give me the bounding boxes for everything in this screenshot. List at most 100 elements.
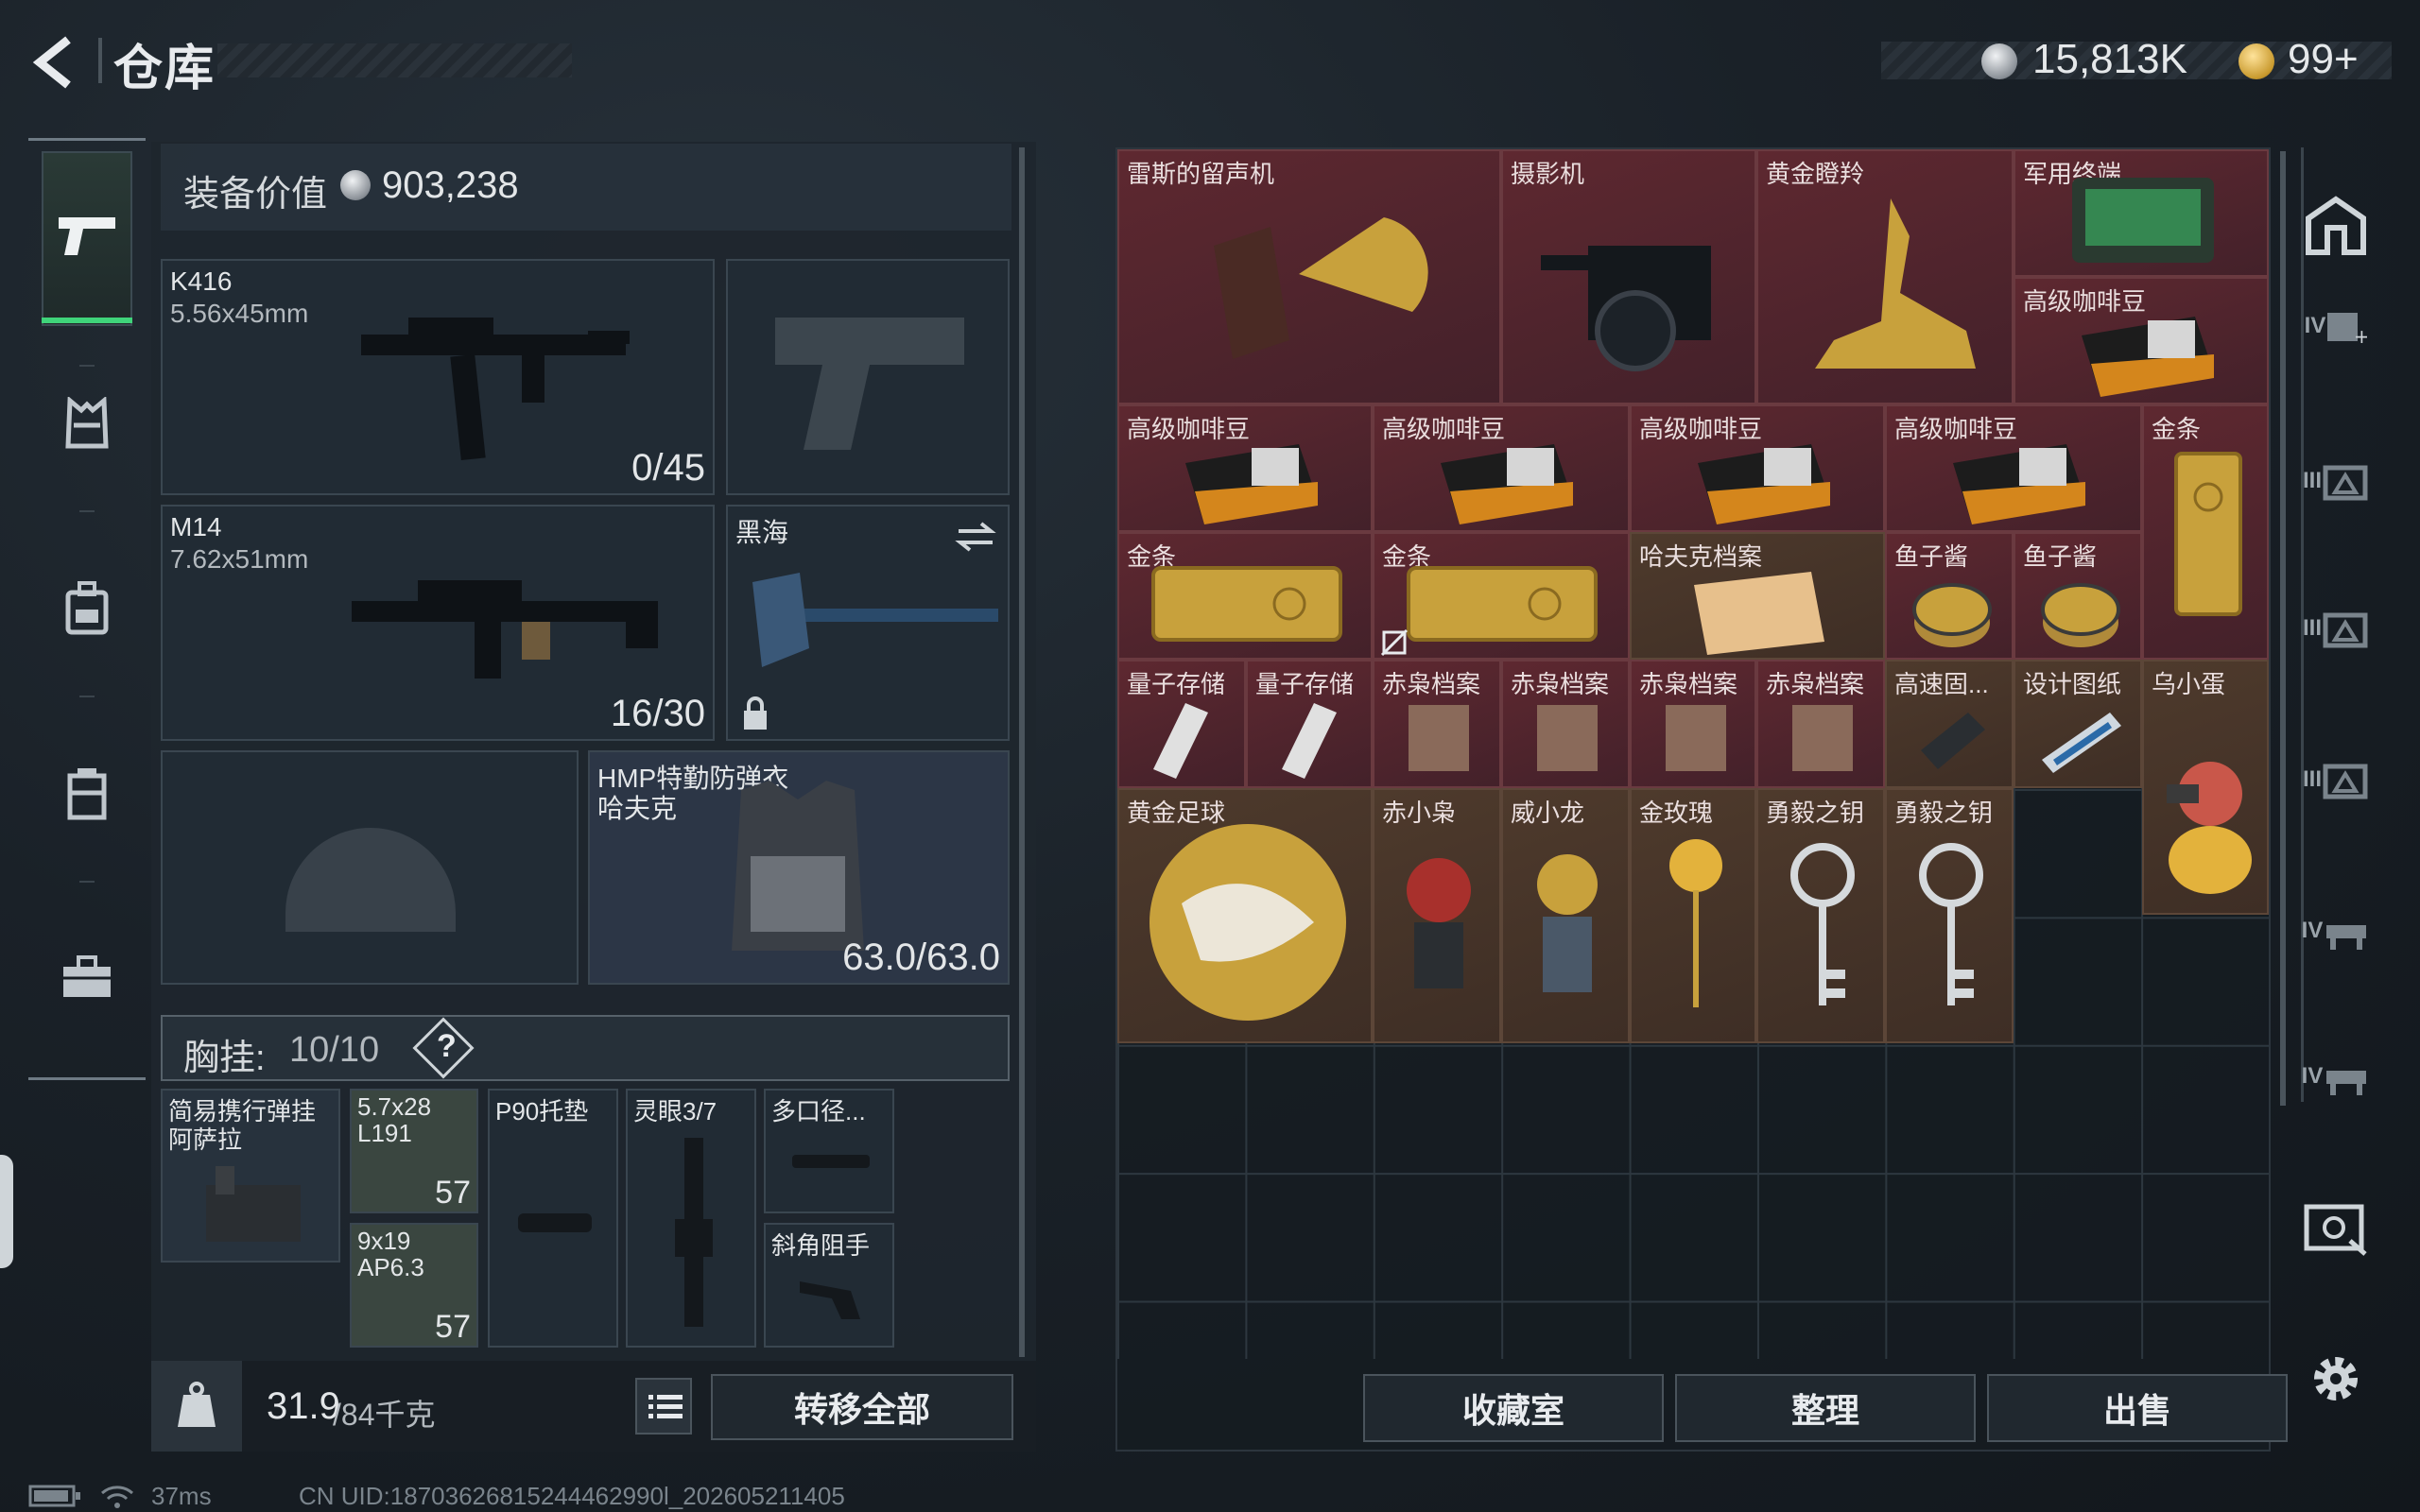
rig-item[interactable]: 灵眼3/7	[626, 1089, 756, 1348]
nav-top-line	[28, 138, 146, 141]
rail-storage-iii[interactable]: III	[2293, 737, 2378, 822]
armor-sub: 哈夫克	[597, 794, 678, 823]
helmet-slot[interactable]	[161, 750, 579, 985]
muzzle-icon	[792, 1155, 870, 1168]
storage-item[interactable]: 金条	[1117, 532, 1373, 660]
armor-icon	[65, 397, 109, 449]
storage-item[interactable]: 乌小蛋	[2142, 660, 2269, 915]
nav-item-armor[interactable]	[42, 378, 132, 469]
weapon-caliber: 7.62x51mm	[170, 544, 309, 574]
storage-item[interactable]: 金玫瑰	[1630, 788, 1756, 1043]
storage-item[interactable]: 高级咖啡豆	[1630, 404, 1885, 532]
primary-weapon-slot[interactable]: K416 5.56x45mm 0/45	[161, 259, 715, 495]
wifi-icon	[101, 1486, 133, 1508]
item-name: 赤枭档案	[1766, 670, 1865, 698]
pistol-icon	[59, 217, 115, 255]
storage-item[interactable]: 设计图纸	[2014, 660, 2142, 788]
storage-item[interactable]: 勇毅之钥	[1756, 788, 1885, 1043]
item-name: 鱼子酱	[1894, 542, 1969, 571]
coffee-bean-icon	[1185, 444, 1318, 524]
storage-item[interactable]: 哈夫克档案	[1630, 532, 1885, 660]
nav-item-backpack[interactable]	[42, 563, 132, 654]
rig-icon	[206, 1166, 301, 1242]
briefcase-icon	[63, 955, 111, 997]
rig-item[interactable]: 5.7x28 L191 57	[350, 1089, 478, 1213]
storage-item[interactable]: 鱼子酱	[2014, 532, 2142, 660]
rail-scan[interactable]	[2293, 1185, 2378, 1270]
storage-scrollbar[interactable]	[2280, 151, 2286, 1106]
title-divider	[98, 38, 102, 83]
file-folder-icon	[1409, 705, 1469, 771]
storage-item[interactable]: 摄影机	[1501, 149, 1756, 404]
storage-item[interactable]: 黄金足球	[1117, 788, 1373, 1043]
rig-item-name: 斜角阻手	[771, 1231, 871, 1260]
storage-item[interactable]: 金条	[1373, 532, 1630, 660]
storage-item[interactable]: 赤枭档案	[1630, 660, 1756, 788]
ssd-icon	[1921, 713, 1985, 769]
rail-storage-iii[interactable]: III	[2293, 438, 2378, 524]
storage-item[interactable]: 黄金瞪羚	[1756, 149, 2014, 404]
storage-item[interactable]: 军用终端	[2014, 149, 2269, 277]
ammo-count: 57	[435, 1309, 471, 1345]
side-drawer-handle[interactable]	[0, 1155, 13, 1268]
gramophone-icon	[1214, 217, 1428, 359]
rail-storage-iv[interactable]: IV	[2293, 888, 2378, 973]
storage-item[interactable]: 量子存储	[1246, 660, 1373, 788]
rail-exit[interactable]	[2293, 183, 2378, 268]
storage-item[interactable]: 量子存储	[1117, 660, 1246, 788]
storage-item[interactable]: 高级咖啡豆	[1117, 404, 1373, 532]
gold-amount[interactable]: 99+	[2288, 36, 2359, 83]
rig-item-sub: 阿萨拉	[168, 1125, 243, 1154]
rig-item[interactable]: 9x19 AP6.3 57	[350, 1223, 478, 1348]
storage-item[interactable]: 高级咖啡豆	[1373, 404, 1630, 532]
storage-item[interactable]: 高速固...	[1885, 660, 2014, 788]
swap-icon[interactable]	[955, 520, 996, 554]
item-name: 赤小枭	[1382, 799, 1457, 827]
pistol-slot[interactable]	[726, 259, 1010, 495]
storage-item[interactable]: 赤枭档案	[1756, 660, 1885, 788]
secondary-weapon-slot[interactable]: M14 7.62x51mm 16/30	[161, 505, 715, 741]
item-name: 雷斯的留声机	[1127, 160, 1275, 188]
loadout-scrollbar[interactable]	[1019, 147, 1025, 1357]
armor-slot[interactable]: HMP特勤防弹衣 哈夫克 63.0/63.0	[588, 750, 1010, 985]
settings-button[interactable]	[2293, 1336, 2378, 1421]
storage-item[interactable]: 雷斯的留声机	[1117, 149, 1501, 404]
help-text: ?	[437, 1028, 457, 1064]
coffee-bean-icon	[1441, 444, 1573, 524]
collection-room-button[interactable]: 收藏室	[1363, 1374, 1664, 1442]
sort-button[interactable]: 整理	[1675, 1374, 1976, 1442]
rig-item[interactable]: 斜角阻手	[764, 1223, 894, 1348]
buttpad-icon	[518, 1213, 592, 1232]
storage-item[interactable]: 赤枭档案	[1501, 660, 1630, 788]
rig-item[interactable]: P90托垫	[488, 1089, 618, 1348]
melee-slot[interactable]: 黑海	[726, 505, 1010, 741]
weapon-name: K416	[170, 266, 233, 296]
nav-item-chest-rig[interactable]	[42, 748, 132, 839]
weight-capacity: /84千克	[333, 1398, 436, 1432]
rail-storage-iv[interactable]: IV +	[2293, 284, 2378, 369]
nav-item-briefcase[interactable]	[42, 932, 132, 1022]
page-title: 仓库	[113, 42, 216, 96]
storage-item[interactable]: 赤枭档案	[1373, 660, 1501, 788]
scope-icon	[675, 1138, 713, 1327]
rig-item[interactable]: 简易携行弹挂 阿萨拉	[161, 1089, 340, 1263]
storage-item[interactable]: 鱼子酱	[1885, 532, 2014, 660]
back-arrow-icon[interactable]	[26, 34, 83, 91]
rig-item-name: 9x19	[357, 1227, 411, 1255]
sell-button[interactable]: 出售	[1987, 1374, 2288, 1442]
list-view-button[interactable]	[635, 1378, 692, 1435]
storage-item[interactable]: 高级咖啡豆	[1885, 404, 2142, 532]
storage-item[interactable]: 勇毅之钥	[1885, 788, 2014, 1043]
rig-item[interactable]: 多口径...	[764, 1089, 894, 1213]
storage-item[interactable]: 高级咖啡豆	[2014, 277, 2269, 404]
chest-rig-capacity: 10/10	[289, 1030, 380, 1070]
transfer-all-button[interactable]: 转移全部	[711, 1374, 1013, 1440]
helmet-placeholder-icon	[285, 828, 456, 932]
pistol-placeholder-icon	[775, 318, 964, 450]
storage-item[interactable]: 威小龙	[1501, 788, 1630, 1043]
storage-item[interactable]: 金条	[2142, 404, 2269, 660]
rail-storage-iii[interactable]: III	[2293, 586, 2378, 671]
item-name: 金玫瑰	[1639, 799, 1714, 827]
storage-item[interactable]: 赤小枭	[1373, 788, 1501, 1043]
rail-storage-iv[interactable]: IV	[2293, 1034, 2378, 1119]
